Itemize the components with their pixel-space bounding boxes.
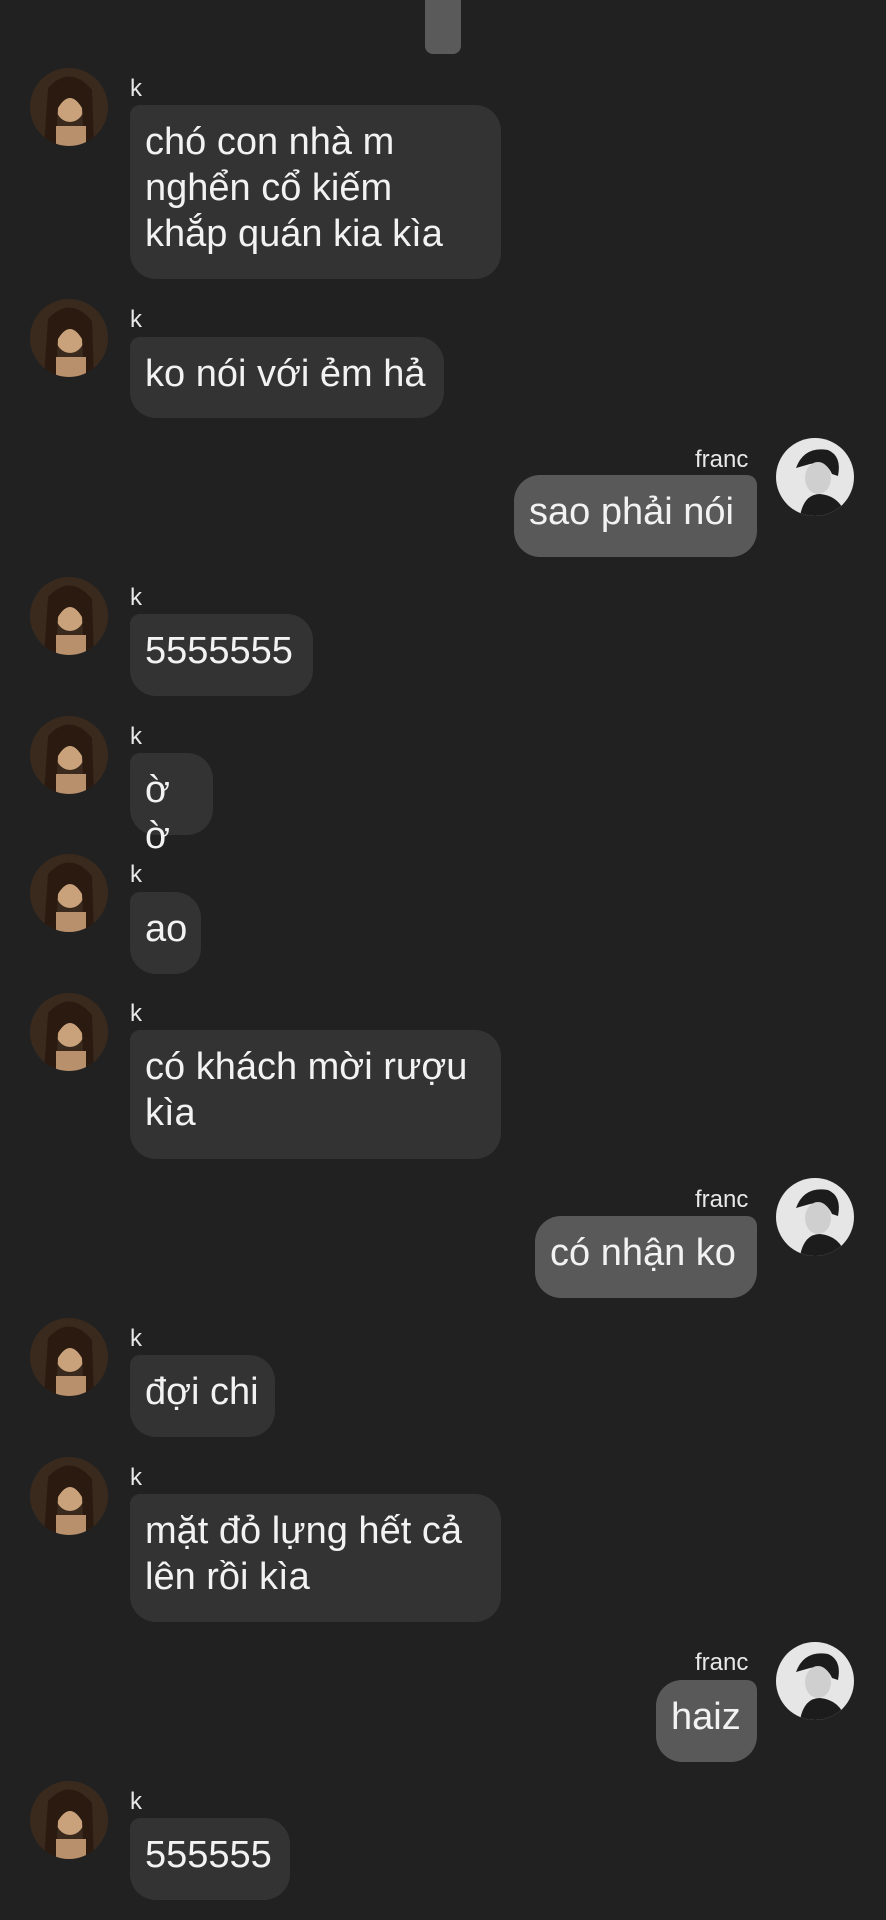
avatar-k[interactable] <box>30 1781 108 1859</box>
message-bubble[interactable]: ko nói với ẻm hả <box>130 337 444 418</box>
sender-name: k <box>130 861 142 888</box>
message-bubble[interactable]: có nhận ko <box>535 1216 757 1298</box>
message-bubble[interactable]: mặt đỏ lựng hết cả lên rồi kìa <box>130 1494 501 1622</box>
scroll-handle[interactable] <box>425 0 461 54</box>
sender-name: k <box>130 1000 142 1027</box>
sender-name: k <box>130 1788 142 1815</box>
avatar-k[interactable] <box>30 299 108 377</box>
message-bubble[interactable]: chó con nhà m nghển cổ kiếm khắp quán ki… <box>130 105 501 279</box>
sender-name: k <box>130 75 142 102</box>
message-bubble[interactable]: 5555555 <box>130 614 313 696</box>
sender-name: k <box>130 584 142 611</box>
sender-name: k <box>130 306 142 333</box>
avatar-k[interactable] <box>30 1457 108 1535</box>
message-bubble[interactable]: có khách mời rượu kìa <box>130 1030 501 1159</box>
sender-name: franc <box>695 1649 749 1676</box>
message-bubble[interactable]: haiz <box>656 1680 757 1762</box>
avatar-franc[interactable] <box>776 1178 854 1256</box>
avatar-franc[interactable] <box>776 438 854 516</box>
message-bubble[interactable]: 555555 <box>130 1818 290 1900</box>
message-bubble[interactable]: ờ ờ <box>130 753 213 857</box>
avatar-k[interactable] <box>30 68 108 146</box>
avatar-k[interactable] <box>30 854 108 932</box>
message-bubble[interactable]: ao <box>130 892 201 974</box>
avatar-k[interactable] <box>30 577 108 655</box>
avatar-k[interactable] <box>30 1318 108 1396</box>
avatar-franc[interactable] <box>776 1642 854 1720</box>
sender-name: k <box>130 1464 142 1491</box>
message-bubble[interactable]: sao phải nói <box>514 475 757 557</box>
sender-name: k <box>130 1325 142 1352</box>
sender-name: franc <box>695 446 749 473</box>
message-bubble[interactable]: đợi chi <box>130 1355 275 1437</box>
avatar-k[interactable] <box>30 993 108 1071</box>
sender-name: franc <box>695 1186 749 1213</box>
sender-name: k <box>130 723 142 750</box>
avatar-k[interactable] <box>30 716 108 794</box>
